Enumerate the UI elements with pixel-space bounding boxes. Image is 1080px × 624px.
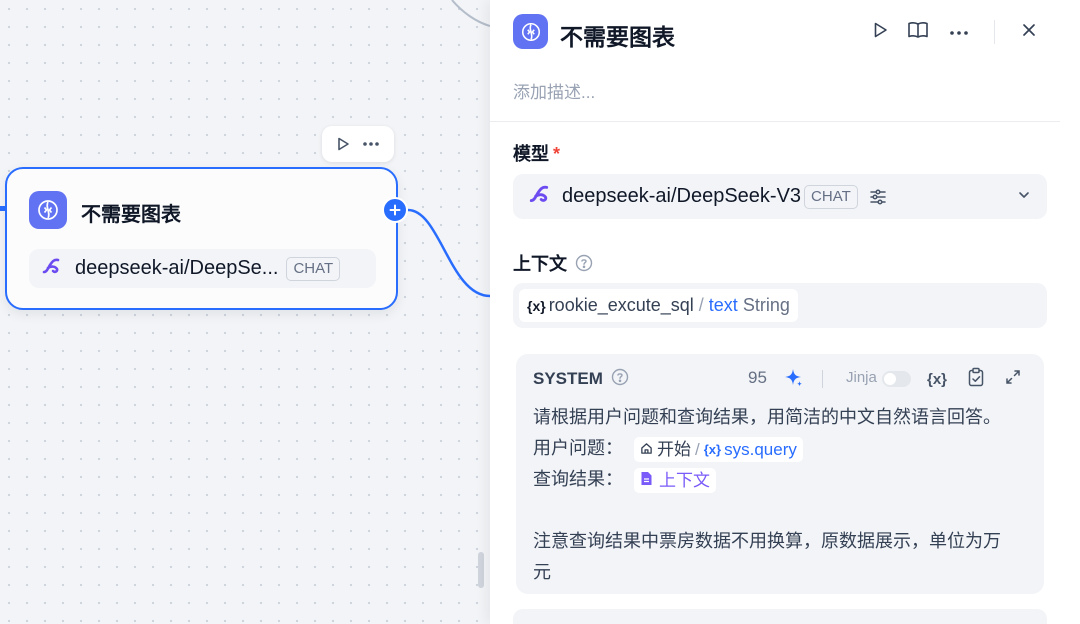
context-reference[interactable]: 上下文	[634, 465, 717, 496]
workflow-canvas[interactable]: 不需要图表 deepseek-ai/DeepSe... CHAT	[0, 0, 490, 624]
prompt-line: 查询结果： 上下文	[533, 464, 1030, 495]
help-doc-button[interactable]	[906, 20, 930, 44]
prompt-text: 查询结果：	[533, 469, 623, 489]
chat-badge: CHAT	[804, 184, 858, 209]
help-circle-icon[interactable]	[611, 368, 629, 391]
ref-node-name: 开始	[657, 439, 692, 459]
more-options-button[interactable]	[947, 20, 971, 44]
prompt-text: 用户问题：	[533, 438, 623, 458]
ref-variable-name: sys.query	[724, 439, 797, 459]
edge-layer	[407, 0, 490, 298]
prompt-line: 注意查询结果中票房数据不用换算，原数据展示，单位为万	[533, 531, 1001, 551]
model-name: deepseek-ai/DeepSeek-V3	[562, 185, 802, 207]
jinja-toggle[interactable]	[882, 371, 911, 387]
node-title: 不需要图表	[81, 204, 181, 226]
next-section-card[interactable]	[513, 609, 1047, 624]
connection-edge	[407, 208, 490, 298]
required-mark: *	[553, 144, 561, 164]
header-separator	[490, 121, 1060, 122]
insert-variable-button[interactable]: {x}	[927, 367, 947, 391]
deepseek-logo-icon	[528, 183, 550, 210]
variable-brace-icon: {x}	[703, 441, 722, 457]
variable-brace-icon: {x}	[527, 297, 546, 314]
variable-reference[interactable]: 开始 / {x} sys.query	[634, 434, 803, 465]
variable-type: String	[742, 295, 790, 315]
book-open-icon	[907, 20, 929, 45]
prompt-line: 用户问题： 开始 / {x} sys.query	[533, 433, 1030, 464]
expand-button[interactable]	[1004, 367, 1022, 391]
variable-node-name: rookie_excute_sql	[548, 295, 694, 315]
node-model-name: deepseek-ai/DeepSe...	[75, 257, 279, 279]
chat-badge: CHAT	[286, 256, 341, 281]
context-section-label: 上下文	[513, 250, 593, 277]
description-input[interactable]: 添加描述...	[513, 78, 595, 103]
help-circle-icon[interactable]	[575, 254, 593, 277]
chevron-down-icon	[1017, 188, 1031, 207]
run-node-icon[interactable]	[335, 136, 351, 152]
home-icon	[640, 434, 653, 465]
document-icon	[640, 465, 653, 496]
copy-button[interactable]	[967, 367, 985, 391]
prompt-line: 元	[533, 562, 551, 582]
prompt-line: 请根据用户问题和查询结果，用简洁的中文自然语言回答。	[533, 407, 1001, 427]
system-label: SYSTEM	[533, 368, 603, 388]
run-node-button[interactable]	[868, 20, 892, 44]
ref-context-name: 上下文	[659, 470, 711, 490]
variable-field-name: text	[708, 295, 738, 315]
model-selector[interactable]: deepseek-ai/DeepSeek-V3 CHAT	[513, 174, 1047, 219]
more-horizontal-icon	[949, 23, 969, 41]
model-label-text: 模型	[513, 144, 549, 164]
close-icon	[1022, 23, 1036, 42]
system-prompt-text[interactable]: 请根据用户问题和查询结果，用简洁的中文自然语言回答。 用户问题： 开始 / {x…	[533, 402, 1030, 588]
expand-icon	[1004, 368, 1022, 391]
ref-separator: /	[695, 439, 700, 459]
model-section-label: 模型 *	[513, 140, 560, 166]
add-next-node-button[interactable]	[382, 197, 408, 223]
system-prompt-editor[interactable]: SYSTEM 95 Jinja {x} 请根据用户问题和查询结果，用简洁的中文自…	[516, 354, 1044, 594]
close-panel-button[interactable]	[1017, 20, 1041, 44]
variable-icon: {x}	[927, 370, 948, 388]
llm-node[interactable]: 不需要图表 deepseek-ai/DeepSe... CHAT	[5, 167, 398, 310]
panel-title[interactable]: 不需要图表	[560, 18, 675, 52]
system-prompt-header: SYSTEM	[533, 368, 629, 391]
ai-generate-icon[interactable]	[782, 367, 804, 394]
llm-node-icon	[29, 191, 67, 229]
more-options-icon[interactable]	[361, 136, 381, 152]
char-count: 95	[748, 368, 767, 387]
toolbar-divider	[822, 370, 823, 388]
connection-edge-upper	[451, 0, 490, 27]
context-variable-chip[interactable]: {x} rookie_excute_sql / text String	[519, 289, 798, 322]
node-toolbar	[322, 126, 394, 162]
variable-separator: /	[698, 295, 704, 315]
clipboard-check-icon	[967, 367, 985, 392]
header-divider	[994, 20, 995, 44]
model-params-icon[interactable]	[868, 187, 888, 207]
deepseek-logo-icon	[41, 256, 61, 281]
context-variable-field[interactable]: {x} rookie_excute_sql / text String	[513, 283, 1047, 328]
jinja-label: Jinja	[846, 369, 877, 386]
play-icon	[871, 21, 889, 44]
context-label-text: 上下文	[513, 254, 567, 274]
node-config-panel: 不需要图表 添加描述... 模型 * deepseek-ai/DeepSeek-V…	[490, 0, 1080, 624]
node-model-display: deepseek-ai/DeepSe... CHAT	[29, 249, 376, 288]
llm-node-icon	[513, 14, 548, 49]
canvas-scrollbar[interactable]	[478, 552, 484, 588]
